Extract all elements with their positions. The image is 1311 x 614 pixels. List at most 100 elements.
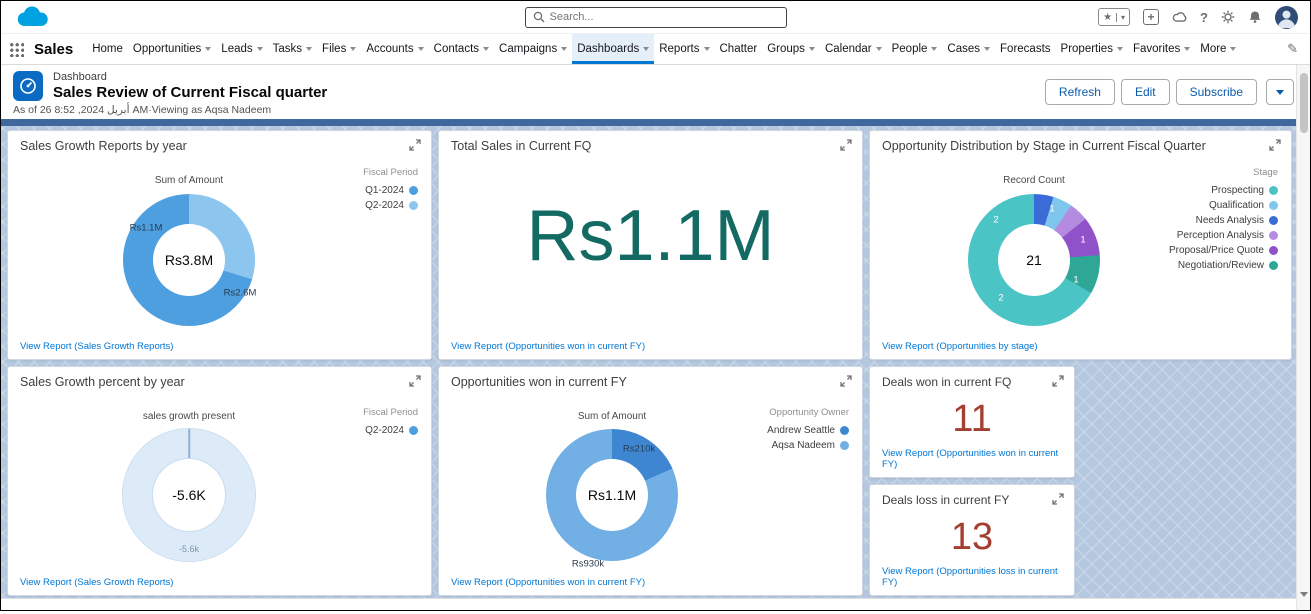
- legend-item[interactable]: Q1-2024: [363, 183, 418, 198]
- edit-nav-pencil-icon[interactable]: ✎: [1283, 41, 1302, 57]
- chevron-down-icon: [703, 47, 710, 51]
- legend-swatch: [840, 426, 849, 435]
- nav-item-leads[interactable]: Leads: [216, 34, 267, 64]
- favorites-button[interactable]: ★ ▾: [1098, 8, 1131, 26]
- legend-title: Fiscal Period: [363, 167, 418, 178]
- gauge-tick: [188, 429, 190, 459]
- chevron-down-icon: [417, 47, 424, 51]
- legend-item[interactable]: Prospecting: [1169, 183, 1278, 198]
- card-title: Deals loss in current FY: [882, 493, 1010, 507]
- nav-item-files[interactable]: Files: [317, 34, 361, 64]
- chevron-down-icon: [306, 47, 313, 51]
- nav-item-tasks[interactable]: Tasks: [268, 34, 317, 64]
- subscribe-button[interactable]: Subscribe: [1175, 79, 1257, 105]
- expand-icon[interactable]: [840, 139, 852, 151]
- more-actions-dropdown-button[interactable]: [1266, 79, 1294, 105]
- nav-item-chatter[interactable]: Chatter: [715, 34, 763, 64]
- horizontal-scrollbar[interactable]: [1, 598, 1296, 610]
- expand-icon[interactable]: [1269, 139, 1281, 151]
- donut-chart[interactable]: 21: [968, 194, 1100, 326]
- nav-item-opportunities[interactable]: Opportunities: [128, 34, 216, 64]
- chevron-down-icon: [1184, 47, 1191, 51]
- card-opportunity-distribution: Opportunity Distribution by Stage in Cur…: [869, 130, 1292, 360]
- global-search: [524, 6, 787, 28]
- donut-chart[interactable]: Rs1.1M: [546, 429, 678, 561]
- view-report-link[interactable]: View Report (Sales Growth Reports): [20, 341, 173, 352]
- expand-icon[interactable]: [1052, 493, 1064, 505]
- legend-item[interactable]: Needs Analysis: [1169, 213, 1278, 228]
- chevron-down-icon: [256, 47, 263, 51]
- slice-label: 1: [1080, 234, 1086, 246]
- card-title: Opportunity Distribution by Stage in Cur…: [882, 139, 1206, 153]
- expand-icon[interactable]: [409, 375, 421, 387]
- help-button[interactable]: ?: [1200, 10, 1208, 25]
- refresh-button[interactable]: Refresh: [1044, 79, 1115, 105]
- legend-item[interactable]: Aqsa Nadeem: [767, 438, 849, 453]
- donut-center-value: -5.6K: [172, 487, 206, 503]
- expand-icon[interactable]: [1052, 375, 1064, 387]
- view-report-link[interactable]: View Report (Opportunities loss in curre…: [882, 566, 1074, 588]
- legend-label: Needs Analysis: [1195, 215, 1264, 226]
- expand-icon[interactable]: [409, 139, 421, 151]
- legend-label: Q1-2024: [365, 185, 404, 196]
- gauge-donut-chart[interactable]: -5.6K: [123, 429, 255, 561]
- nav-item-reports[interactable]: Reports: [654, 34, 714, 64]
- nav-item-properties[interactable]: Properties: [1056, 34, 1128, 64]
- legend-item[interactable]: Qualification: [1169, 198, 1278, 213]
- donut-center-value: Rs3.8M: [164, 252, 214, 268]
- chevron-down-icon: [875, 47, 882, 51]
- setup-gear-button[interactable]: [1221, 10, 1235, 24]
- nav-item-favorites[interactable]: Favorites: [1128, 34, 1195, 64]
- legend-item[interactable]: Q2-2024: [363, 198, 418, 213]
- nav-item-people[interactable]: People: [887, 34, 943, 64]
- view-report-link[interactable]: View Report (Sales Growth Reports): [20, 577, 173, 588]
- legend-swatch: [1269, 201, 1278, 210]
- view-report-link[interactable]: View Report (Opportunities won in curren…: [451, 341, 645, 352]
- legend-item[interactable]: Q2-2024: [363, 423, 418, 438]
- header-actions: Refresh Edit Subscribe: [1044, 79, 1294, 105]
- expand-icon[interactable]: [840, 375, 852, 387]
- legend-item[interactable]: Perception Analysis: [1169, 228, 1278, 243]
- nav-item-contacts[interactable]: Contacts: [429, 34, 494, 64]
- search-input[interactable]: [549, 11, 779, 23]
- chart-axis-title: Record Count: [1003, 175, 1065, 186]
- app-name: Sales: [34, 40, 74, 58]
- legend-label: Q2-2024: [365, 200, 404, 211]
- nav-item-cases[interactable]: Cases: [942, 34, 995, 64]
- legend-item[interactable]: Negotiation/Review: [1169, 258, 1278, 273]
- legend-item[interactable]: Proposal/Price Quote: [1169, 243, 1278, 258]
- chart-legend: Fiscal Period Q2-2024: [363, 407, 418, 438]
- view-report-link[interactable]: View Report (Opportunities by stage): [882, 341, 1038, 352]
- nav-item-calendar[interactable]: Calendar: [820, 34, 887, 64]
- chevron-down-icon: [1276, 89, 1284, 95]
- chevron-down-icon: [205, 47, 212, 51]
- scroll-down-arrow-icon[interactable]: [1299, 592, 1308, 614]
- dashboard-meta: As of 26 أبريل 2024, 8:52 AM·Viewing as …: [13, 104, 272, 116]
- nav-item-forecasts[interactable]: Forecasts: [995, 34, 1056, 64]
- dashboard-canvas: Sales Growth Reports by year Sum of Amou…: [1, 119, 1296, 610]
- cloud-icon[interactable]: [1172, 11, 1187, 23]
- chart-legend: Stage Prospecting Qualification Needs An…: [1169, 167, 1278, 273]
- donut-chart[interactable]: Rs3.8M: [123, 194, 255, 326]
- scrollbar-thumb[interactable]: [1299, 73, 1308, 133]
- nav-item-dashboards[interactable]: Dashboards: [572, 34, 655, 64]
- nav-item-more[interactable]: More: [1195, 34, 1241, 64]
- nav-item-home[interactable]: Home: [87, 34, 128, 64]
- edit-button[interactable]: Edit: [1120, 79, 1170, 105]
- view-report-link[interactable]: View Report (Opportunities won in curren…: [451, 577, 645, 588]
- user-avatar[interactable]: [1275, 5, 1298, 29]
- chevron-down-icon: [931, 47, 938, 51]
- legend-swatch: [409, 201, 418, 210]
- nav-item-accounts[interactable]: Accounts: [361, 34, 428, 64]
- app-launcher-icon[interactable]: [9, 41, 24, 57]
- nav-item-groups[interactable]: Groups: [762, 34, 820, 64]
- chevron-down-icon: [643, 47, 650, 51]
- legend-swatch: [1269, 231, 1278, 240]
- legend-item[interactable]: Andrew Seattle: [767, 423, 849, 438]
- nav-item-campaigns[interactable]: Campaigns: [494, 34, 572, 64]
- scroll-up-arrow-icon[interactable]: [1299, 60, 1308, 82]
- page-title: Sales Review of Current Fiscal quarter: [53, 84, 328, 101]
- view-report-link[interactable]: View Report (Opportunities won in curren…: [882, 448, 1074, 470]
- global-actions-button[interactable]: +: [1143, 9, 1160, 25]
- notifications-bell-button[interactable]: [1248, 10, 1262, 24]
